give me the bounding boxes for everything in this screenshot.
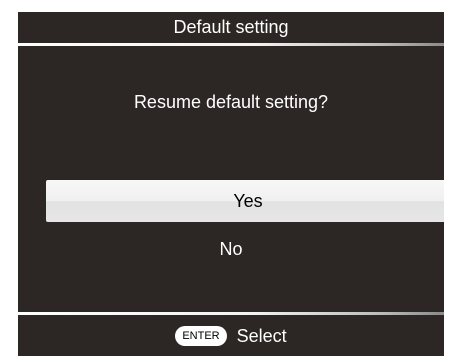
footer-action-label: Select — [236, 325, 287, 346]
option-yes[interactable]: Yes — [46, 180, 444, 222]
enter-key-icon: ENTER — [175, 326, 227, 346]
option-no[interactable]: No — [18, 228, 444, 270]
footer-divider — [18, 312, 444, 315]
footer-hint: ENTER Select — [18, 316, 444, 356]
dialog-title: Default setting — [173, 17, 289, 37]
dialog-question: Resume default setting? — [133, 92, 329, 112]
default-setting-dialog: Default setting Resume default setting? … — [18, 12, 444, 356]
title-divider — [18, 43, 444, 46]
